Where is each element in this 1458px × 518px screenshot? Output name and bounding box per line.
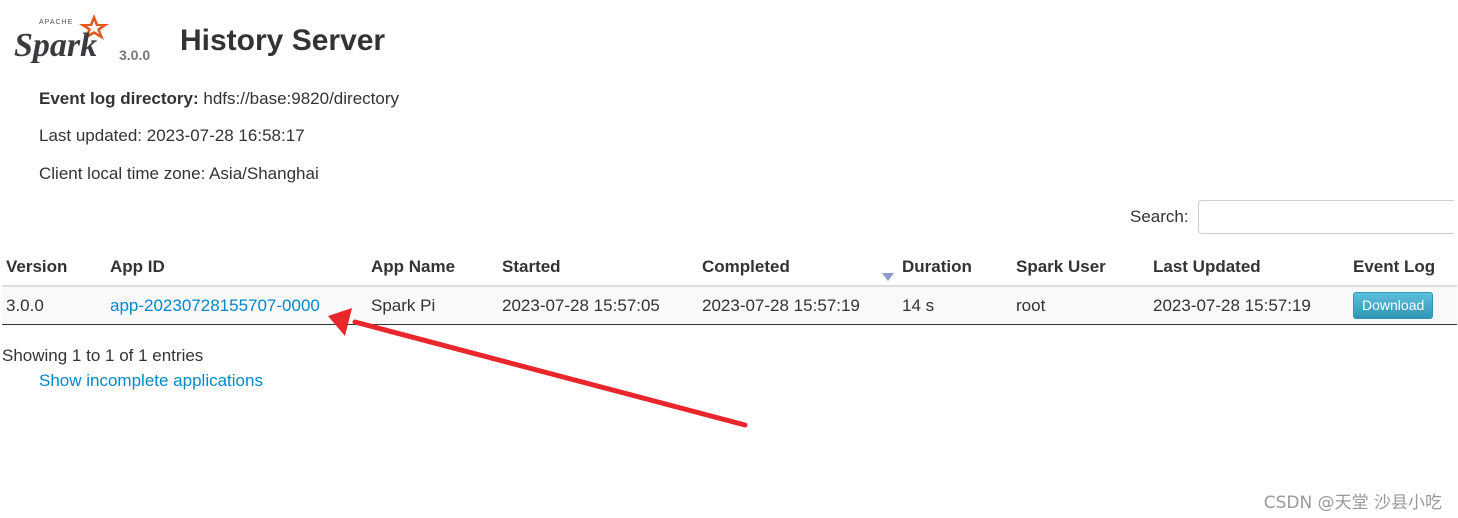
col-version[interactable]: Version (2, 248, 106, 287)
col-spark-user[interactable]: Spark User (1012, 248, 1149, 287)
watermark: CSDN @天堂 沙县小吃 (1263, 493, 1442, 513)
entries-info: Showing 1 to 1 of 1 entries (2, 346, 204, 365)
sort-descending-icon (882, 273, 894, 281)
cell-event-log: Download (1349, 286, 1457, 325)
event-log-label: Event log directory: (39, 89, 199, 108)
svg-text:APACHE: APACHE (39, 19, 73, 26)
cell-app-id: app-20230728155707-0000 (106, 286, 367, 325)
cell-app-name: Spark Pi (367, 286, 498, 325)
cell-spark-user: root (1012, 286, 1149, 325)
app-id-link[interactable]: app-20230728155707-0000 (110, 296, 320, 315)
event-log-directory: Event log directory: hdfs://base:9820/di… (39, 88, 399, 110)
cell-completed: 2023-07-28 15:57:19 (698, 286, 898, 325)
last-updated-info: Last updated: 2023-07-28 16:58:17 (39, 126, 305, 145)
spark-logo: APACHE Spark (12, 12, 112, 64)
search-area: Search: (1130, 199, 1454, 235)
col-started[interactable]: Started (498, 248, 698, 287)
col-completed[interactable]: Completed (698, 248, 898, 287)
table-row: 3.0.0 app-20230728155707-0000 Spark Pi 2… (2, 286, 1457, 325)
cell-started: 2023-07-28 15:57:05 (498, 286, 698, 325)
cell-duration: 14 s (898, 286, 1012, 325)
timezone-info: Client local time zone: Asia/Shanghai (39, 164, 319, 183)
col-last-updated[interactable]: Last Updated (1149, 248, 1349, 287)
download-button[interactable]: Download (1353, 292, 1434, 319)
search-input[interactable] (1197, 200, 1454, 234)
col-app-id[interactable]: App ID (106, 248, 367, 287)
col-app-name[interactable]: App Name (367, 248, 498, 287)
event-log-value: hdfs://base:9820/directory (203, 89, 399, 108)
col-event-log[interactable]: Event Log (1349, 248, 1457, 287)
show-incomplete-link[interactable]: Show incomplete applications (39, 371, 263, 391)
applications-table: Version App ID App Name Started Complete… (2, 248, 1457, 325)
cell-last-updated: 2023-07-28 15:57:19 (1149, 286, 1349, 325)
col-completed-label: Completed (702, 256, 790, 276)
page-title: History Server (180, 24, 386, 57)
search-label: Search: (1130, 207, 1189, 226)
table-header-row: Version App ID App Name Started Complete… (2, 248, 1457, 287)
svg-text:Spark: Spark (14, 27, 97, 64)
history-server-page: APACHE Spark 3.0.0 History Server Event … (0, 0, 1458, 518)
cell-version: 3.0.0 (2, 286, 106, 325)
spark-version: 3.0.0 (119, 47, 151, 63)
col-duration[interactable]: Duration (898, 248, 1012, 287)
